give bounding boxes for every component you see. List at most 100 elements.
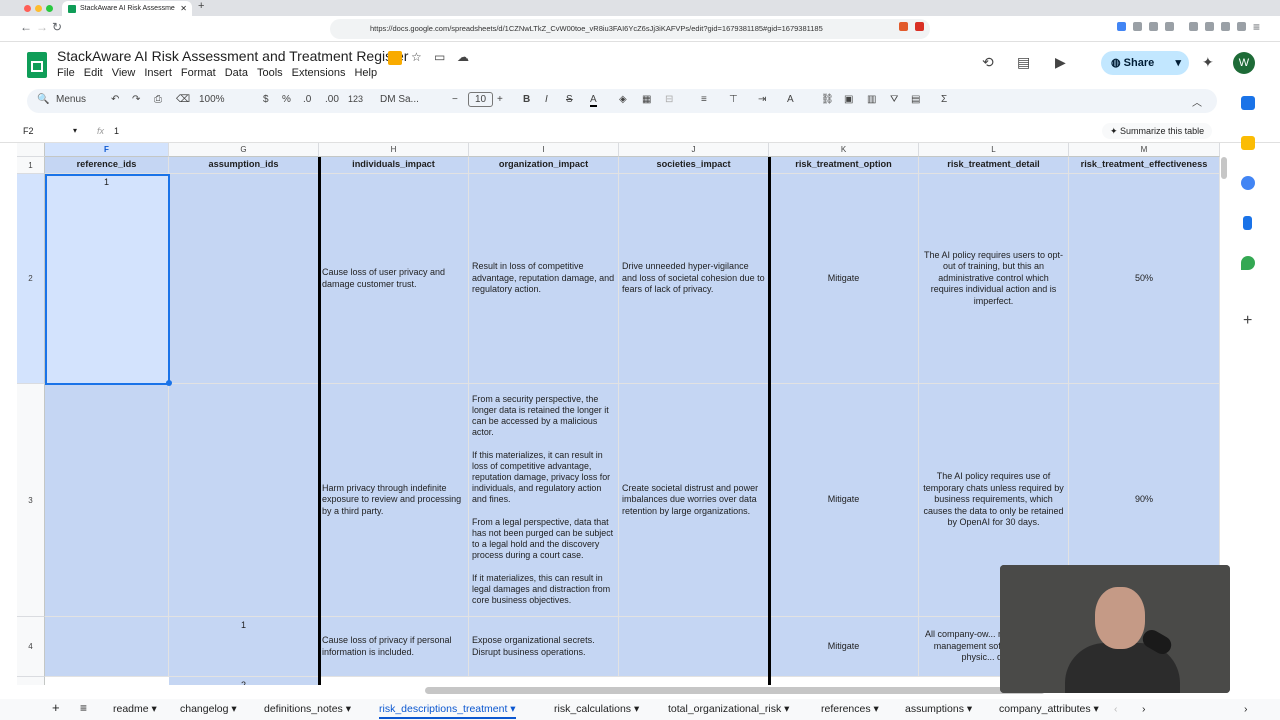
- search-menus-icon[interactable]: 🔍: [37, 94, 49, 105]
- column-header[interactable]: M: [1069, 143, 1220, 157]
- formula-input[interactable]: 1: [114, 126, 119, 136]
- currency-format-button[interactable]: $: [263, 94, 269, 105]
- apps-script-icon[interactable]: [388, 51, 402, 65]
- decrease-font-size-icon[interactable]: −: [452, 94, 458, 105]
- column-header[interactable]: G: [169, 143, 319, 157]
- vertical-align-icon[interactable]: ⊤: [729, 94, 738, 105]
- cell-G2[interactable]: [169, 174, 319, 384]
- meet-icon[interactable]: ▶: [1055, 54, 1066, 71]
- sheet-tab-total-organizational-risk[interactable]: total_organizational_risk ▾: [668, 703, 789, 715]
- comments-icon[interactable]: ▤: [1017, 54, 1030, 71]
- text-color-icon[interactable]: A: [590, 94, 597, 107]
- more-formats-button[interactable]: 123: [348, 94, 363, 104]
- keep-icon[interactable]: [1241, 136, 1255, 150]
- redo-icon[interactable]: ↷: [132, 94, 140, 105]
- fill-color-icon[interactable]: ◈: [619, 94, 627, 105]
- italic-icon[interactable]: I: [545, 94, 548, 105]
- strikethrough-icon[interactable]: S: [566, 94, 573, 105]
- menu-insert[interactable]: Insert: [144, 67, 172, 79]
- sheets-logo-icon[interactable]: [27, 52, 47, 78]
- column-header[interactable]: H: [319, 143, 469, 157]
- new-tab-icon[interactable]: +: [198, 0, 204, 12]
- print-icon[interactable]: ⎙: [154, 94, 162, 105]
- menu-format[interactable]: Format: [181, 67, 216, 79]
- minimize-window-icon[interactable]: [35, 5, 42, 12]
- sheet-tab-assumptions[interactable]: assumptions ▾: [905, 703, 972, 715]
- cell-K2[interactable]: Mitigate: [769, 174, 919, 384]
- row-header[interactable]: [17, 677, 45, 685]
- header-cell[interactable]: organization_impact: [469, 157, 619, 174]
- name-box-dropdown-icon[interactable]: ▾: [73, 126, 77, 135]
- cell-J4[interactable]: [619, 617, 769, 677]
- font-size-input[interactable]: 10: [468, 92, 494, 107]
- horizontal-scrollbar[interactable]: [425, 687, 1045, 694]
- sheet-tab-definitions-notes[interactable]: definitions_notes ▾: [264, 703, 351, 715]
- merge-cells-icon[interactable]: ⊟: [665, 94, 673, 105]
- forward-icon[interactable]: →: [36, 20, 48, 34]
- fill-handle[interactable]: [166, 380, 172, 386]
- url-input[interactable]: https://docs.google.com/spreadsheets/d/1…: [330, 19, 930, 39]
- all-sheets-icon[interactable]: ≡: [80, 701, 87, 715]
- header-cell[interactable]: risk_treatment_detail: [919, 157, 1069, 174]
- menu-edit[interactable]: Edit: [84, 67, 103, 79]
- menu-file[interactable]: File: [57, 67, 75, 79]
- share-button[interactable]: ◍ Share ▾: [1101, 51, 1189, 75]
- column-header[interactable]: J: [619, 143, 769, 157]
- menu-data[interactable]: Data: [225, 67, 248, 79]
- sheet-tab-changelog[interactable]: changelog ▾: [180, 703, 237, 715]
- back-icon[interactable]: ←: [20, 20, 32, 34]
- cloud-status-icon[interactable]: ☁: [457, 50, 469, 64]
- zoom-select[interactable]: 100%: [199, 94, 225, 105]
- cell-K3[interactable]: Mitigate: [769, 384, 919, 617]
- close-window-icon[interactable]: [24, 5, 31, 12]
- bold-icon[interactable]: B: [523, 94, 530, 105]
- column-header[interactable]: L: [919, 143, 1069, 157]
- header-cell[interactable]: assumption_ids: [169, 157, 319, 174]
- cell-I4[interactable]: Expose organizational secrets. Disrupt b…: [469, 617, 619, 677]
- extension-icon[interactable]: [1165, 22, 1174, 31]
- sheet-tab-readme[interactable]: readme ▾: [113, 703, 157, 715]
- increase-font-size-icon[interactable]: +: [497, 94, 503, 105]
- header-cell[interactable]: individuals_impact: [319, 157, 469, 174]
- sheet-tab-company-attributes[interactable]: company_attributes ▾: [999, 703, 1099, 715]
- sheet-tab-risk-calculations[interactable]: risk_calculations ▾: [554, 703, 639, 715]
- avatar[interactable]: W: [1233, 52, 1255, 74]
- borders-icon[interactable]: ▦: [642, 94, 651, 105]
- sheet-tab-references[interactable]: references ▾: [821, 703, 879, 715]
- row-header[interactable]: 4: [17, 617, 45, 677]
- calendar-icon[interactable]: [1241, 96, 1255, 110]
- extension-icon[interactable]: [1117, 22, 1126, 31]
- cell-I2[interactable]: Result in loss of competitive advantage,…: [469, 174, 619, 384]
- star-icon[interactable]: ☆: [411, 50, 422, 64]
- menu-extensions[interactable]: Extensions: [292, 67, 346, 79]
- move-folder-icon[interactable]: ▭: [434, 50, 445, 64]
- header-cell[interactable]: risk_treatment_option: [769, 157, 919, 174]
- vertical-scrollbar[interactable]: [1221, 157, 1227, 179]
- decrease-decimal-button[interactable]: .0: [303, 94, 311, 105]
- cell-F4[interactable]: [45, 617, 169, 677]
- header-cell[interactable]: societies_impact: [619, 157, 769, 174]
- cell-J2[interactable]: Drive unneeded hyper-vigilance and loss …: [619, 174, 769, 384]
- extension-icon[interactable]: [1221, 22, 1230, 31]
- insert-link-icon[interactable]: ⛓: [821, 94, 834, 105]
- cell-L2[interactable]: The AI policy requires users to opt-out …: [919, 174, 1069, 384]
- functions-icon[interactable]: Σ: [941, 94, 947, 105]
- cell-H2[interactable]: Cause loss of user privacy and damage cu…: [319, 174, 469, 384]
- cell-H3[interactable]: Harm privacy through indefinite exposure…: [319, 384, 469, 617]
- cell-G5[interactable]: 2: [169, 677, 319, 685]
- cell-G3[interactable]: [169, 384, 319, 617]
- extension-icon[interactable]: [1149, 22, 1158, 31]
- version-history-icon[interactable]: ⟲: [982, 54, 994, 71]
- extension-icon[interactable]: [915, 22, 924, 31]
- summarize-table-button[interactable]: ✦ Summarize this table: [1102, 123, 1213, 139]
- contacts-icon[interactable]: [1243, 216, 1252, 230]
- chevron-down-icon[interactable]: ▾: [1175, 51, 1181, 75]
- reload-icon[interactable]: ↻: [52, 20, 62, 34]
- browser-tab[interactable]: StackAware AI Risk Assessme ✕: [62, 1, 192, 16]
- maps-icon[interactable]: [1241, 256, 1255, 270]
- extension-icon[interactable]: [1133, 22, 1142, 31]
- expand-side-panel-icon[interactable]: ›: [1244, 703, 1248, 715]
- browser-menu-icon[interactable]: ≡: [1253, 20, 1260, 34]
- undo-icon[interactable]: ↶: [111, 94, 119, 105]
- insert-comment-icon[interactable]: ▣: [844, 94, 853, 105]
